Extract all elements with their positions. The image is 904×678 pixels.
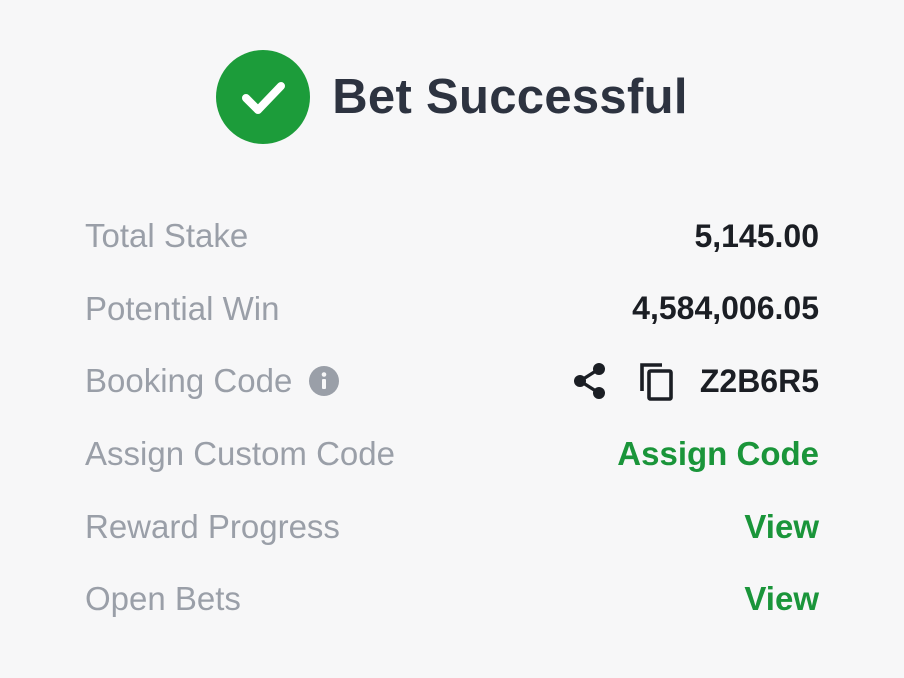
assign-custom-code-row: Assign Custom Code Assign Code [85, 418, 819, 491]
assign-code-link[interactable]: Assign Code [617, 435, 819, 473]
total-stake-row: Total Stake 5,145.00 [85, 200, 819, 273]
info-icon[interactable] [308, 365, 340, 397]
potential-win-label: Potential Win [85, 289, 280, 327]
booking-code-row: Booking Code Z2B6R5 [85, 345, 819, 418]
open-bets-label: Open Bets [85, 580, 241, 618]
share-icon[interactable] [570, 361, 610, 401]
copy-icon[interactable] [634, 359, 678, 403]
assign-custom-code-label: Assign Custom Code [85, 435, 395, 473]
page-title: Bet Successful [332, 69, 688, 124]
bet-confirmation-panel: Bet Successful Total Stake 5,145.00 Pote… [0, 0, 904, 678]
booking-code-label-group: Booking Code [85, 362, 340, 400]
open-bets-view-link[interactable]: View [744, 580, 819, 618]
reward-progress-label: Reward Progress [85, 507, 340, 545]
success-header: Bet Successful [0, 49, 904, 145]
total-stake-value: 5,145.00 [694, 217, 819, 254]
open-bets-row: Open Bets View [85, 563, 819, 636]
booking-code-label: Booking Code [85, 362, 293, 400]
booking-code-actions: Z2B6R5 [570, 359, 819, 403]
booking-code-value: Z2B6R5 [699, 362, 819, 399]
potential-win-row: Potential Win 4,584,006.05 [85, 273, 819, 346]
potential-win-value: 4,584,006.05 [632, 290, 819, 327]
bet-details-list: Total Stake 5,145.00 Potential Win 4,584… [85, 200, 819, 636]
reward-progress-view-link[interactable]: View [744, 508, 819, 546]
reward-progress-row: Reward Progress View [85, 490, 819, 563]
total-stake-label: Total Stake [85, 217, 249, 255]
check-circle-icon [216, 50, 311, 144]
